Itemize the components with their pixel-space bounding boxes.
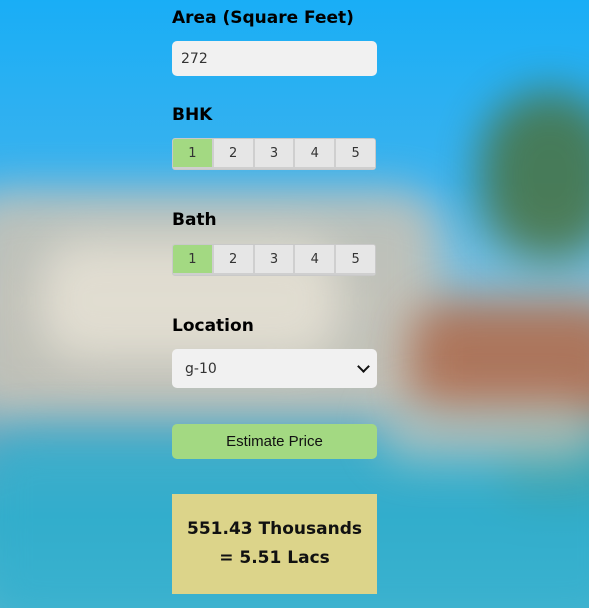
result-lacs: = 5.51 Lacs <box>219 548 330 568</box>
bhk-option-3[interactable]: 3 <box>254 139 296 169</box>
area-input[interactable] <box>172 41 377 76</box>
bath-option-2[interactable]: 2 <box>213 245 255 275</box>
bath-option-4[interactable]: 4 <box>295 245 337 275</box>
result-thousands: 551.43 Thousands <box>187 519 362 539</box>
bath-option-1[interactable]: 1 <box>173 245 214 275</box>
bhk-option-5[interactable]: 5 <box>336 139 375 169</box>
bath-label: Bath <box>172 210 217 230</box>
location-select[interactable]: g-10 <box>172 349 377 388</box>
estimated-price-result: 551.43 Thousands = 5.51 Lacs <box>172 494 377 594</box>
bhk-label: BHK <box>172 105 213 125</box>
bath-option-3[interactable]: 3 <box>254 245 296 275</box>
estimate-price-button[interactable]: Estimate Price <box>172 424 377 459</box>
location-label: Location <box>172 316 254 336</box>
chevron-down-icon <box>357 360 370 373</box>
location-selected-value: g-10 <box>185 360 217 377</box>
bhk-option-1[interactable]: 1 <box>173 139 214 169</box>
bhk-option-4[interactable]: 4 <box>295 139 337 169</box>
bhk-selector: 1 2 3 4 5 <box>172 138 376 170</box>
area-label: Area (Square Feet) <box>172 8 354 28</box>
bhk-option-2[interactable]: 2 <box>213 139 255 169</box>
bath-selector: 1 2 3 4 5 <box>172 244 376 276</box>
bath-option-5[interactable]: 5 <box>336 245 375 275</box>
